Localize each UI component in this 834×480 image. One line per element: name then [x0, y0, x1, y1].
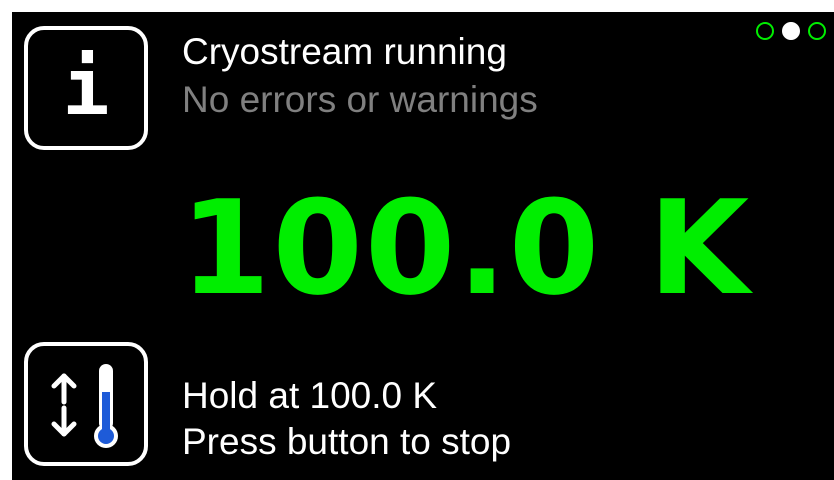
temperature-readout: 100.0 K — [180, 172, 752, 324]
mode-description: Hold at 100.0 K — [182, 375, 438, 416]
page-indicator — [756, 22, 826, 40]
mode-icon-graphic — [51, 364, 118, 448]
display-screen: i Cryostream running No errors or warnin… — [12, 12, 834, 480]
page-dot-3 — [808, 22, 826, 40]
info-glyph: i — [62, 43, 110, 133]
status-title: Cryostream running — [182, 31, 507, 72]
info-icon: i — [24, 26, 148, 150]
status-subtitle: No errors or warnings — [182, 79, 538, 120]
page-dot-2 — [782, 22, 800, 40]
up-arrow-icon — [51, 373, 77, 405]
down-arrow-icon — [51, 405, 77, 437]
mode-instruction: Press button to stop — [182, 421, 512, 462]
page-dot-1 — [756, 22, 774, 40]
ramp-hold-thermometer-icon — [24, 342, 148, 466]
thermometer-icon — [94, 364, 118, 448]
